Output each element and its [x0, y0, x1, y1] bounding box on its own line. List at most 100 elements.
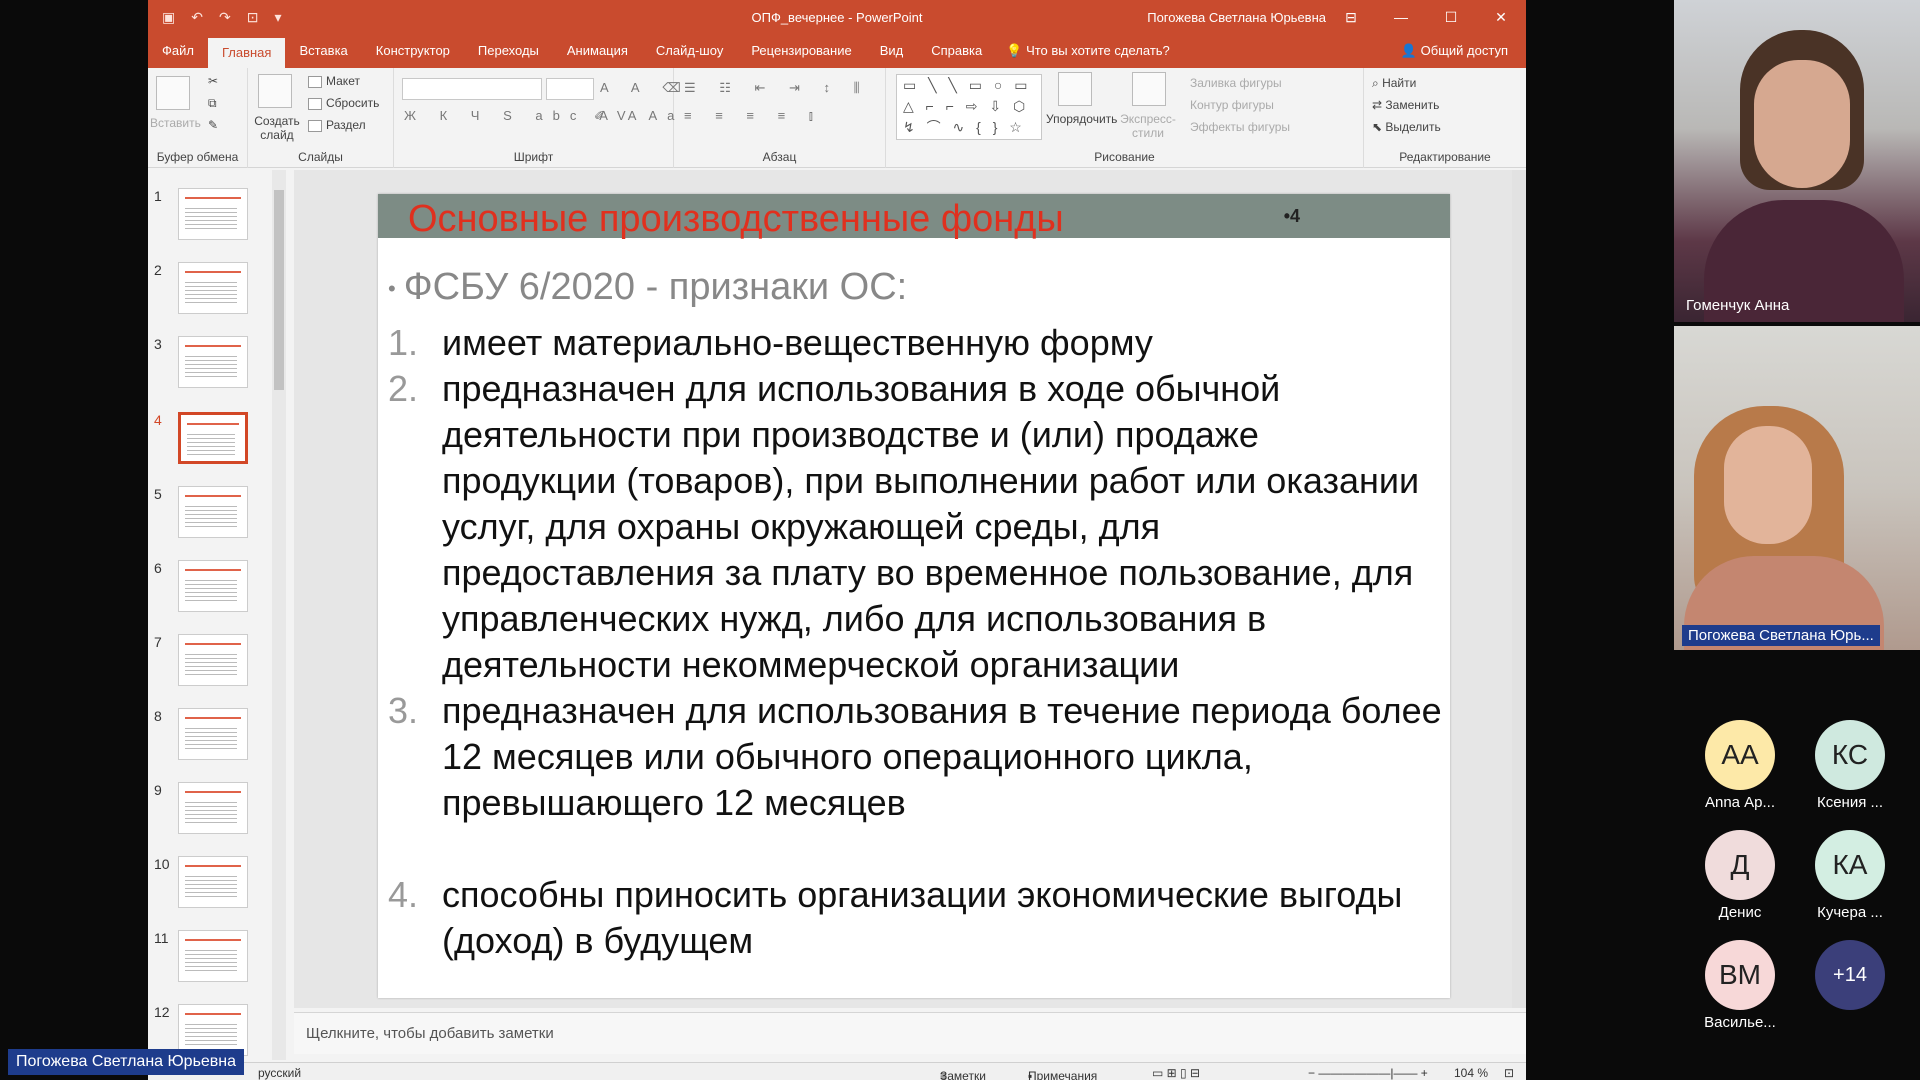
participant-name: Денис	[1718, 904, 1762, 921]
slide-thumbnail-pane: 1 2 3 4 5 6 7 8 9 10 11 12	[148, 170, 290, 1060]
copy-icon[interactable]: ⧉	[208, 96, 217, 111]
participant-tile[interactable]: КА Кучера ...	[1802, 830, 1898, 921]
tab-help[interactable]: Справка	[917, 34, 996, 68]
slide-thumbnail-selected[interactable]: 4	[148, 408, 290, 482]
fit-slide-icon[interactable]: ⊡	[1504, 1066, 1514, 1080]
participant-tile[interactable]: КС Ксения ...	[1802, 720, 1898, 811]
slide-thumbnail[interactable]: 7	[148, 630, 290, 704]
font-size-combo[interactable]	[546, 78, 594, 100]
group-label-slides: Слайды	[298, 150, 343, 164]
slide-thumbnail[interactable]: 2	[148, 258, 290, 332]
group-paragraph: ☰ ☷ ⇤ ⇥ ↕ ⫼ ≡ ≡ ≡ ≡ ⫾ Абзац	[674, 68, 886, 168]
list-item[interactable]: 3. предназначен для использования в течен…	[388, 688, 1448, 826]
find-button[interactable]: ⌕ Найти	[1372, 76, 1416, 91]
zoom-slider[interactable]: − ——————|—— +	[1308, 1066, 1428, 1080]
maximize-icon[interactable]: ☐	[1426, 0, 1476, 34]
minimize-icon[interactable]: —	[1376, 0, 1426, 34]
tab-review[interactable]: Рецензирование	[737, 34, 865, 68]
slide-thumbnail[interactable]: 9	[148, 778, 290, 852]
tell-me-search[interactable]: 💡 Что вы хотите сделать?	[996, 34, 1170, 68]
slide-thumbnail[interactable]: 5	[148, 482, 290, 556]
slide-thumbnail[interactable]: 8	[148, 704, 290, 778]
scrollbar-thumb[interactable]	[274, 190, 284, 390]
video-name-label: Погожева Светлана Юрь...	[1682, 625, 1880, 646]
slide-subheading[interactable]: • ФСБУ 6/2020 - признаки ОС:	[388, 266, 907, 309]
notes-pane[interactable]: Щелкните, чтобы добавить заметки	[294, 1012, 1526, 1054]
replace-button[interactable]: ⇄ Заменить	[1372, 98, 1439, 112]
slide-title-bar: Основные производственные фонды •4	[378, 194, 1450, 241]
participant-tile[interactable]: ВМ Васильe...	[1692, 940, 1788, 1031]
presenter-name-label: Погожева Светлана Юрьевна	[8, 1049, 245, 1075]
reset-button[interactable]: Сбросить	[308, 96, 379, 110]
slide-thumbnail[interactable]: 11	[148, 926, 290, 1000]
present-icon[interactable]: ⊡	[247, 9, 259, 26]
format-painter-icon[interactable]: ✎	[208, 118, 218, 132]
new-slide-icon[interactable]	[258, 74, 292, 108]
redo-icon[interactable]: ↷	[219, 9, 231, 26]
save-icon[interactable]: ▣	[162, 9, 175, 26]
select-button[interactable]: ⬉ Выделить	[1372, 120, 1441, 134]
undo-icon[interactable]: ↶	[191, 9, 203, 26]
paste-icon[interactable]	[156, 76, 190, 110]
tab-insert[interactable]: Вставка	[285, 34, 361, 68]
shape-effects-button[interactable]: Эффекты фигуры	[1190, 120, 1290, 134]
account-name[interactable]: Погожева Светлана Юрьевна	[1147, 10, 1326, 25]
customize-icon[interactable]: ▾	[274, 9, 281, 26]
slide-thumbnail[interactable]: 3	[148, 332, 290, 406]
arrange-button[interactable]: Упорядочить	[1046, 112, 1117, 126]
participant-tile[interactable]: АА Anna Ар...	[1692, 720, 1788, 811]
font-color-buttons[interactable]: ✐ A	[594, 108, 646, 124]
video-tile[interactable]: Погожева Светлана Юрь...	[1674, 326, 1920, 650]
quick-styles-icon[interactable]	[1132, 72, 1166, 106]
new-slide-button[interactable]: Создать слайд	[252, 114, 302, 142]
view-buttons[interactable]: ▭ ⊞ ▯ ⊟	[1152, 1066, 1200, 1080]
list-buttons[interactable]: ☰ ☷ ⇤ ⇥ ↕ ⫼	[684, 80, 870, 96]
tab-file[interactable]: Файл	[148, 34, 208, 68]
editor-scrollbar[interactable]	[1512, 170, 1526, 1008]
arrange-icon[interactable]	[1058, 72, 1092, 106]
tab-slideshow[interactable]: Слайд-шоу	[642, 34, 737, 68]
thumbnail-scrollbar[interactable]	[272, 170, 286, 1060]
slide-title[interactable]: Основные производственные фонды	[408, 198, 1064, 241]
close-icon[interactable]: ✕	[1476, 0, 1526, 34]
lightbulb-icon: 💡	[1006, 43, 1027, 58]
tab-animations[interactable]: Анимация	[553, 34, 642, 68]
zoom-level[interactable]: 104 %	[1454, 1066, 1488, 1080]
quick-styles-button[interactable]: Экспресс-стили	[1118, 112, 1178, 140]
slide-thumbnail[interactable]: 1	[148, 184, 290, 258]
list-item[interactable]: 2. предназначен для использования в ходе …	[388, 366, 1448, 688]
participant-face	[1724, 426, 1812, 544]
slide-thumbnail[interactable]: 10	[148, 852, 290, 926]
tab-home[interactable]: Главная	[207, 38, 286, 68]
shape-fill-button[interactable]: Заливка фигуры	[1190, 76, 1282, 90]
tab-view[interactable]: Вид	[866, 34, 918, 68]
list-item[interactable]: 1. имеет материально-вещественную форму	[388, 320, 1448, 366]
tab-transitions[interactable]: Переходы	[464, 34, 553, 68]
slide-thumbnail[interactable]: 6	[148, 556, 290, 630]
more-participants-button[interactable]: +14	[1802, 940, 1898, 1010]
align-buttons[interactable]: ≡ ≡ ≡ ≡ ⫾	[684, 108, 823, 124]
shapes-gallery[interactable]: ▭ ╲ ╲ ▭ ○ ▭ △ ⌐ ⌐ ⇨ ⇩ ⬡ ↯ ⌒ ∿ { } ☆	[896, 74, 1042, 140]
slide-canvas[interactable]: Основные производственные фонды •4 • ФСБУ…	[378, 194, 1450, 998]
list-item[interactable]: 4. способны приносить организации экономи…	[388, 872, 1448, 964]
group-label-font: Шрифт	[513, 150, 554, 164]
section-button[interactable]: Раздел	[308, 118, 366, 132]
replace-icon: ⇄	[1372, 98, 1386, 112]
participant-tile[interactable]: Д Денис	[1692, 830, 1788, 921]
video-tile[interactable]: Гоменчук Анна	[1674, 0, 1920, 322]
slide-number: •4	[1283, 206, 1300, 226]
paste-button[interactable]: Вставить	[150, 116, 201, 130]
ribbon-display-icon[interactable]: ⊟	[1326, 0, 1376, 34]
font-name-combo[interactable]	[402, 78, 542, 100]
share-button[interactable]: 👤 Общий доступ	[1401, 34, 1508, 68]
language-indicator[interactable]: русский	[258, 1066, 301, 1080]
tab-design[interactable]: Конструктор	[362, 34, 464, 68]
layout-button[interactable]: Макет	[308, 74, 360, 88]
participant-name: Кучера ...	[1817, 904, 1883, 921]
cut-icon[interactable]: ✂	[208, 74, 218, 88]
group-editing: ⌕ Найти ⇄ Заменить ⬉ Выделить Редактиров…	[1364, 68, 1526, 168]
more-count: +14	[1815, 940, 1885, 1010]
slide-editing-area: Основные производственные фонды •4 • ФСБУ…	[294, 170, 1526, 1008]
shape-outline-button[interactable]: Контур фигуры	[1190, 98, 1274, 112]
title-bar: ▣ ↶ ↷ ⊡ ▾ ОПФ_вечернее - PowerPoint Пого…	[148, 0, 1526, 34]
